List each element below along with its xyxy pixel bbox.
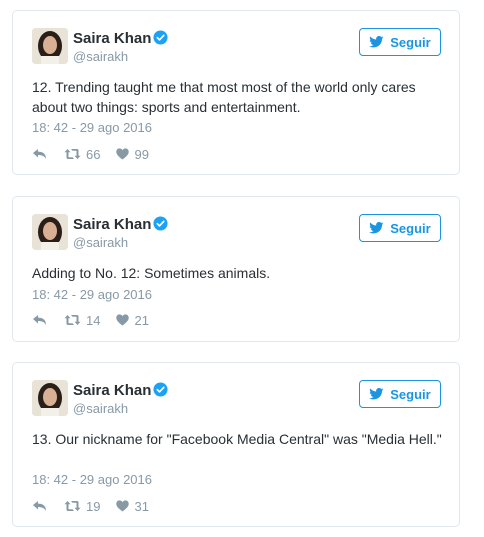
tweet-text: 12. Trending taught me that most most of… (32, 79, 416, 115)
avatar[interactable] (32, 28, 68, 64)
like-count: 21 (134, 312, 149, 328)
like-button[interactable]: 21 (116, 312, 149, 328)
tweet-text: Adding to No. 12: Sometimes animals. (32, 265, 271, 281)
tweet-timestamp[interactable]: 18: 42 - 29 ago 2016 (32, 120, 152, 135)
retweet-icon (64, 315, 81, 325)
retweet-button[interactable]: 14 (64, 313, 100, 328)
tweet-actions: 66 99 (32, 146, 149, 162)
twitter-bird-icon (369, 36, 384, 48)
retweet-count: 66 (86, 146, 101, 162)
author-name[interactable]: Saira Khan (73, 30, 151, 47)
retweet-icon (64, 501, 81, 511)
follow-button[interactable]: Seguir (359, 380, 441, 408)
follow-label: Seguir (390, 386, 431, 402)
tweet-timestamp[interactable]: 18: 42 - 29 ago 2016 (32, 472, 152, 487)
twitter-bird-icon (369, 222, 384, 234)
twitter-bird-icon (369, 388, 384, 400)
tweet-actions: 14 21 (32, 312, 149, 328)
follow-button[interactable]: Seguir (359, 214, 441, 242)
like-button[interactable]: 99 (116, 146, 149, 162)
tweet-card: Saira Khan @sairakh Seguir Adding to No.… (12, 196, 460, 342)
reply-button[interactable] (32, 500, 48, 512)
tweet-actions: 19 31 (32, 498, 149, 514)
like-count: 31 (134, 498, 149, 514)
follow-button[interactable]: Seguir (359, 28, 441, 56)
avatar[interactable] (32, 214, 68, 250)
reply-icon (33, 149, 46, 159)
author-name[interactable]: Saira Khan (73, 382, 151, 399)
author-name[interactable]: Saira Khan (73, 216, 151, 233)
author-handle[interactable]: @sairakh (73, 235, 128, 250)
reply-button[interactable] (32, 314, 48, 326)
follow-label: Seguir (390, 220, 431, 236)
tweet-text: 13. Our nickname for "Facebook Media Cen… (32, 431, 442, 447)
tweet-card: Saira Khan @sairakh Seguir 12. Trending … (12, 10, 460, 175)
tweet-timestamp[interactable]: 18: 42 - 29 ago 2016 (32, 287, 152, 302)
heart-icon (116, 500, 130, 512)
avatar[interactable] (32, 380, 68, 416)
like-count: 99 (134, 146, 149, 162)
author-handle[interactable]: @sairakh (73, 49, 128, 64)
retweet-button[interactable]: 19 (64, 499, 100, 514)
retweet-icon (64, 149, 81, 159)
like-button[interactable]: 31 (116, 498, 149, 514)
retweet-button[interactable]: 66 (64, 147, 100, 162)
verified-badge-icon (153, 216, 168, 231)
reply-icon (33, 501, 46, 511)
reply-icon (33, 315, 46, 325)
verified-badge-icon (153, 30, 168, 45)
retweet-count: 19 (86, 498, 101, 514)
tweet-card: Saira Khan @sairakh Seguir 13. Our nickn… (12, 362, 460, 527)
heart-icon (116, 148, 130, 160)
follow-label: Seguir (390, 34, 431, 50)
heart-icon (116, 314, 130, 326)
author-handle[interactable]: @sairakh (73, 401, 128, 416)
retweet-count: 14 (86, 312, 101, 328)
verified-badge-icon (153, 382, 168, 397)
reply-button[interactable] (32, 148, 48, 160)
